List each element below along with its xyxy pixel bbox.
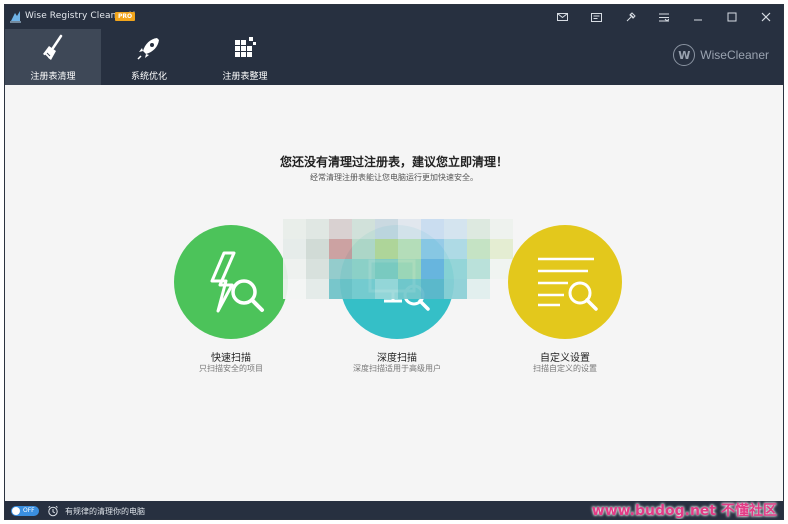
rocket-icon [137, 38, 159, 60]
deep-scan-desc: 深度扫描适用于高级用户 [353, 364, 441, 373]
quick-scan-button[interactable]: 快速扫描 只扫描安全的项目 [161, 225, 301, 385]
status-bar: OFF 有规律的清理你的电脑 www.budog.net 不懂社区 [5, 501, 783, 519]
quick-scan-label: 快速扫描 [211, 353, 251, 364]
redaction-mosaic [283, 219, 513, 299]
tab-system-optimize[interactable]: 系统优化 [101, 29, 197, 85]
skin-icon [626, 11, 636, 21]
deep-scan-label: 深度扫描 [377, 353, 417, 364]
tab-label: 注册表整理 [222, 72, 268, 82]
minimize-icon [694, 19, 702, 21]
main-panel: 您还没有清理过注册表，建议您立即清理！ 经常清理注册表能让您电脑运行更加快速安全… [5, 85, 783, 501]
tab-label: 系统优化 [130, 72, 167, 82]
subline: 经常清理注册表能让您电脑运行更加快速安全。 [310, 173, 478, 182]
toggle-state: OFF [23, 507, 35, 514]
toggle-knob [12, 507, 20, 515]
title-bar[interactable]: Wise Registry Cleaner X PRO [5, 5, 783, 29]
custom-settings-label: 自定义设置 [540, 353, 590, 364]
brand-name: WiseCleaner [700, 48, 769, 62]
brand[interactable]: W WiseCleaner [673, 43, 769, 67]
maximize-icon [727, 12, 737, 22]
custom-settings-desc: 扫描自定义的设置 [533, 364, 597, 373]
pro-badge: PRO [115, 12, 136, 21]
headline: 您还没有清理过注册表，建议您立即清理！ [279, 155, 508, 169]
quick-scan-circle [174, 225, 288, 339]
quick-scan-desc: 只扫描安全的项目 [199, 364, 263, 373]
close-icon [761, 12, 771, 22]
menu-button[interactable] [647, 5, 681, 29]
broom-icon [43, 34, 63, 60]
tab-registry-defrag[interactable]: 注册表整理 [197, 29, 293, 85]
lightning-search-icon [210, 251, 264, 313]
minimize-button[interactable] [681, 5, 715, 29]
maximize-button[interactable] [715, 5, 749, 29]
watermark: www.budog.net 不懂社区 [591, 503, 777, 519]
app-window: Wise Registry Cleaner X PRO 注册表清理 系统优化 注… [4, 4, 784, 520]
schedule-toggle[interactable]: OFF [11, 506, 39, 516]
alarm-clock-icon [48, 505, 58, 517]
skin-button[interactable] [613, 5, 647, 29]
tab-label: 注册表清理 [30, 72, 76, 82]
mail-button[interactable] [545, 5, 579, 29]
tab-registry-clean[interactable]: 注册表清理 [5, 29, 101, 85]
close-button[interactable] [749, 5, 783, 29]
wisecleaner-logo-icon: W [673, 44, 696, 66]
feedback-button[interactable] [579, 5, 613, 29]
app-logo-icon [10, 11, 21, 23]
list-search-icon [538, 257, 598, 311]
custom-settings-button[interactable]: 自定义设置 扫描自定义的设置 [495, 225, 635, 385]
blocks-icon [235, 37, 256, 57]
nav-bar: 注册表清理 系统优化 注册表整理 W WiseCleaner [5, 29, 783, 85]
custom-settings-circle [508, 225, 622, 339]
feedback-icon [590, 12, 602, 22]
menu-icon [659, 13, 669, 22]
mail-icon [556, 13, 568, 21]
schedule-text[interactable]: 有规律的清理你的电脑 [65, 506, 145, 517]
